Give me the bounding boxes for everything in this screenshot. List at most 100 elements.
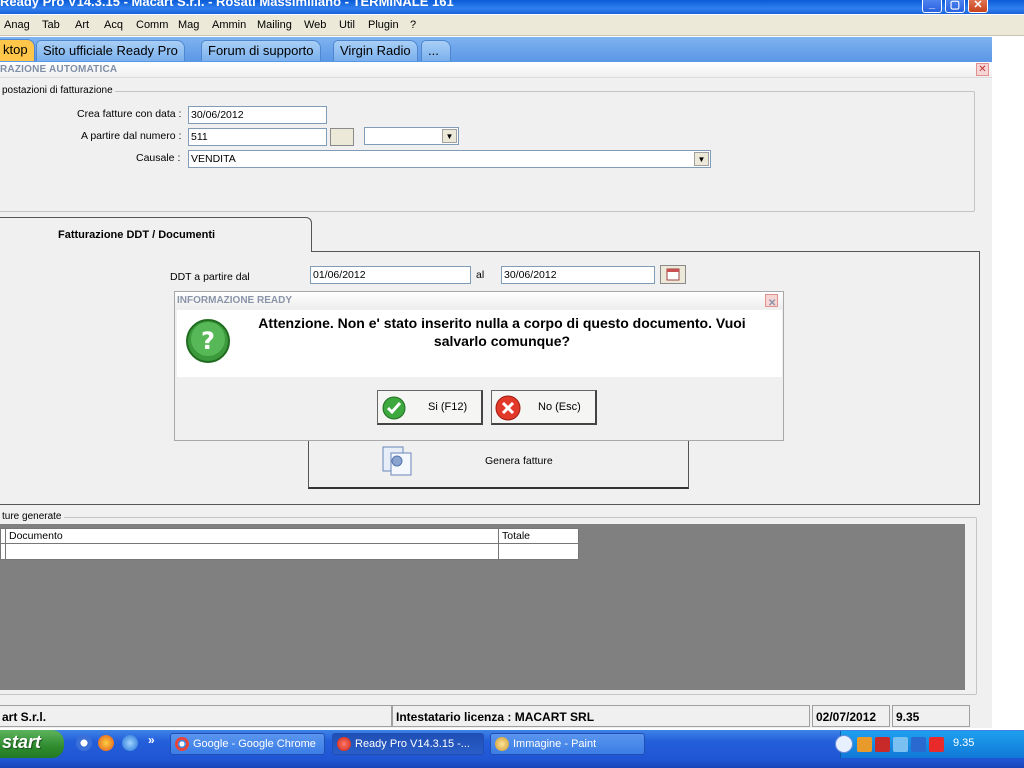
chrome-icon <box>175 737 189 751</box>
check-icon <box>382 396 406 420</box>
start-number-label: A partire dal numero : <box>81 130 182 142</box>
menu-mailing[interactable]: Mailing <box>257 19 292 31</box>
menu-acq[interactable]: Acq <box>104 19 123 31</box>
window-title-bar: Ready Pro V14.3.15 - Macart S.r.l. - Ros… <box>0 0 1024 14</box>
status-company: art S.r.l. <box>0 705 392 727</box>
info-dialog: INFORMAZIONE READY ✕ ? Attenzione. Non e… <box>174 291 784 441</box>
invoice-date-input[interactable]: 30/06/2012 <box>188 106 327 124</box>
monitor-icon[interactable] <box>911 737 926 752</box>
ddt-to-input[interactable]: 30/06/2012 <box>501 266 655 284</box>
ready-pro-icon <box>337 737 351 751</box>
dialog-body: ? Attenzione. Non e' stato inserito null… <box>177 310 782 377</box>
tray-app-icon[interactable] <box>857 737 872 752</box>
generate-documents-icon <box>382 446 412 476</box>
no-button[interactable]: No (Esc) <box>491 390 597 425</box>
chevron-down-icon: ▼ <box>697 155 706 164</box>
ddt-to-label: al <box>476 269 485 281</box>
menu-web[interactable]: Web <box>304 19 326 31</box>
chevron-left-icon[interactable] <box>835 735 853 753</box>
task-ready-pro-label: Ready Pro V14.3.15 -... <box>355 738 470 750</box>
causale-select[interactable]: VENDITA <box>188 150 711 168</box>
ddt-from-input[interactable]: 01/06/2012 <box>310 266 471 284</box>
dialog-title-bar: INFORMAZIONE READY ✕ <box>175 292 783 309</box>
number-lookup-button[interactable] <box>330 128 354 146</box>
quicklaunch-more[interactable]: » <box>148 733 155 747</box>
question-icon: ? <box>186 319 230 363</box>
dialog-close-button[interactable]: ✕ <box>765 294 778 309</box>
firefox-icon[interactable] <box>98 735 114 751</box>
ddt-tab-label: Fatturazione DDT / Documenti <box>58 229 216 241</box>
settings-group-label: postazioni di fatturazione <box>0 85 115 96</box>
task-paint-label: Immagine - Paint <box>513 738 597 750</box>
no-button-label: No (Esc) <box>538 401 581 413</box>
menu-plugin[interactable]: Plugin <box>368 19 399 31</box>
list-header: Documento Totale <box>0 528 579 544</box>
acrobat-icon[interactable] <box>875 737 890 752</box>
causale-label: Causale : <box>136 152 181 164</box>
menu-anag[interactable]: Anag <box>4 19 30 31</box>
generate-invoices-button[interactable]: Genera fatture <box>308 436 689 489</box>
tab-forum[interactable]: Forum di supporto <box>201 40 321 61</box>
menu-mag[interactable]: Mag <box>178 19 199 31</box>
tab-bar: ktop Sito ufficiale Ready Pro Forum di s… <box>0 37 992 62</box>
menu-ammin[interactable]: Ammin <box>212 19 246 31</box>
close-icon: ✕ <box>973 0 983 11</box>
status-license: Intestatario licenza : MACART SRL <box>392 705 810 727</box>
task-chrome-label: Google - Google Chrome <box>193 738 316 750</box>
svg-text:?: ? <box>201 327 215 355</box>
show-desktop-icon[interactable] <box>76 735 92 751</box>
series-dropdown-button[interactable]: ▼ <box>442 129 457 143</box>
ddt-from-label: DDT a partire dal <box>170 271 250 283</box>
tab-sito-ufficiale[interactable]: Sito ufficiale Ready Pro <box>36 40 185 61</box>
calendar-button[interactable] <box>660 265 686 284</box>
dialog-message: Attenzione. Non e' stato inserito nulla … <box>258 315 746 349</box>
task-paint[interactable]: Immagine - Paint <box>490 733 645 755</box>
column-totale[interactable]: Totale <box>502 530 530 542</box>
task-chrome[interactable]: Google - Google Chrome <box>170 733 325 755</box>
menu-tab[interactable]: Tab <box>42 19 60 31</box>
panel-header: RAZIONE AUTOMATICA <box>0 62 992 78</box>
minimize-button[interactable]: _ <box>922 0 942 13</box>
generate-invoices-label: Genera fatture <box>485 455 553 467</box>
cancel-icon <box>495 395 521 421</box>
close-icon: ✕ <box>768 298 777 309</box>
panel-title: RAZIONE AUTOMATICA <box>0 64 118 75</box>
tab-desktop[interactable]: ktop <box>0 39 35 61</box>
tab-more[interactable]: ... <box>421 40 451 61</box>
generated-invoices-label: ture generate <box>0 511 64 522</box>
internet-explorer-icon[interactable] <box>122 735 138 751</box>
status-date: 02/07/2012 <box>812 705 890 727</box>
minimize-icon: _ <box>928 0 936 10</box>
panel-close-button[interactable]: ✕ <box>976 63 989 76</box>
window-title: Ready Pro V14.3.15 - Macart S.r.l. - Ros… <box>0 0 454 9</box>
close-button[interactable]: ✕ <box>968 0 988 13</box>
system-tray: 9.35 <box>835 731 1024 758</box>
table-row[interactable] <box>0 544 579 560</box>
calendar-icon <box>666 268 680 281</box>
clock: 9.35 <box>953 737 975 749</box>
start-number-input[interactable]: 511 <box>188 128 327 146</box>
tab-fatturazione-ddt[interactable]: Fatturazione DDT / Documenti <box>0 217 312 252</box>
invoice-date-label: Crea fatture con data : <box>77 108 182 120</box>
menu-art[interactable]: Art <box>75 19 89 31</box>
yes-button-label: Si (F12) <box>428 401 468 413</box>
tab-virgin-radio[interactable]: Virgin Radio <box>333 40 418 61</box>
task-ready-pro[interactable]: Ready Pro V14.3.15 -... <box>332 733 484 755</box>
maximize-icon: ▢ <box>949 0 961 11</box>
menu-util[interactable]: Util <box>339 19 355 31</box>
yes-button[interactable]: Si (F12) <box>377 390 483 425</box>
antivirus-icon[interactable] <box>929 737 944 752</box>
network-icon[interactable] <box>893 737 908 752</box>
menu-comm[interactable]: Comm <box>136 19 168 31</box>
dialog-title: INFORMAZIONE READY <box>177 295 292 306</box>
menu-help[interactable]: ? <box>410 19 416 31</box>
paint-icon <box>495 737 509 751</box>
status-bar: art S.r.l. Intestatario licenza : MACART… <box>0 705 992 728</box>
maximize-button[interactable]: ▢ <box>945 0 965 13</box>
close-icon: ✕ <box>978 64 987 75</box>
causale-dropdown-button[interactable]: ▼ <box>694 152 709 166</box>
status-time: 9.35 <box>892 705 970 727</box>
start-button[interactable]: start <box>0 730 64 758</box>
column-documento[interactable]: Documento <box>9 530 63 542</box>
menu-bar: Anag Tab Art Acq Comm Mag Ammin Mailing … <box>0 15 1024 36</box>
